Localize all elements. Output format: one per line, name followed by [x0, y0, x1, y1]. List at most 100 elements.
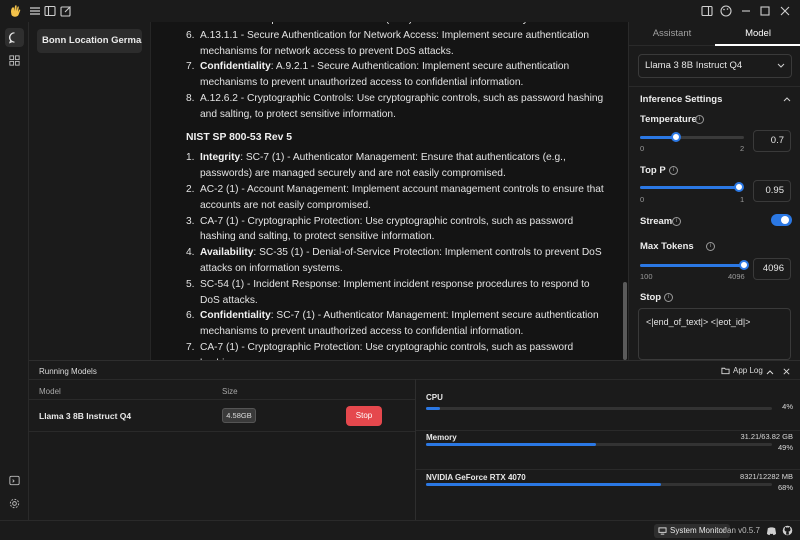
max-tokens-slider-handle[interactable] [739, 260, 749, 270]
divider [29, 399, 415, 400]
minimize-icon[interactable] [739, 4, 753, 18]
chevron-up-icon[interactable] [766, 369, 774, 375]
resource-monitor: CPU 4% Memory 31.21/63.82 GB 49% NVIDIA … [415, 379, 800, 521]
gpu-row: NVIDIA GeForce RTX 4070 8321/12282 MB 68… [416, 459, 800, 499]
chat-icon[interactable] [5, 28, 24, 47]
memory-label: Memory [426, 433, 457, 442]
temperature-max: 2 [740, 144, 745, 153]
list-item-number: 5. [186, 278, 195, 290]
temperature-input[interactable]: 0.7 [753, 130, 791, 152]
system-monitor-button[interactable]: System Monitor [654, 524, 730, 538]
column-header-model: Model [39, 387, 61, 396]
info-icon[interactable]: i [664, 293, 673, 302]
right-settings-panel: Assistant Model Llama 3 8B Instruct Q4 I… [628, 22, 800, 362]
list-item-text: : SC-7 (1) - Authenticator Management: E… [200, 152, 566, 180]
cpu-label: CPU [426, 393, 443, 402]
tab-model[interactable]: Model [715, 22, 800, 46]
monitor-icon [658, 527, 667, 535]
list-item: 1. Integrity: SC-7 (1) - Authenticator Ma… [186, 150, 606, 182]
list-item-number: 2. [186, 183, 195, 195]
tab-assistant[interactable]: Assistant [629, 22, 715, 46]
title-bar [0, 0, 800, 22]
list-item-category: Confidentiality [200, 61, 271, 73]
gpu-memory-usage: 8321/12282 MB [740, 472, 793, 481]
close-icon[interactable] [782, 367, 791, 376]
inference-settings-title: Inference Settings [640, 94, 723, 105]
app-log-button[interactable]: App Log [721, 366, 763, 375]
menu-icon[interactable] [28, 4, 42, 18]
max-tokens-input[interactable]: 4096 [753, 258, 791, 280]
divider [629, 86, 800, 87]
chat-scrollbar[interactable] [623, 282, 627, 360]
list-item-category: Confidentiality [200, 310, 271, 322]
memory-percent: 49% [777, 443, 793, 452]
memory-usage-fill [426, 443, 596, 446]
stream-toggle[interactable] [771, 214, 792, 226]
list-framework-1: mechanisms to prevent denial-of-service … [186, 22, 606, 123]
list-item: 5. SC-54 (1) - Incident Response: Impleme… [186, 277, 606, 309]
temperature-slider-handle[interactable] [671, 132, 682, 142]
list-item-text: mechanisms to prevent denial-of-service … [200, 22, 558, 25]
app-logo-icon [8, 4, 22, 18]
stop-model-button[interactable]: Stop [346, 406, 382, 426]
info-icon[interactable]: i [669, 166, 678, 175]
column-header-size: Size [222, 387, 238, 396]
list-item-text: A.12.6.2 - Cryptographic Controls: Use c… [200, 92, 604, 120]
stop-label: Stop [640, 292, 662, 303]
list-item: 3. CA-7 (1) - Cryptographic Protection: U… [186, 214, 606, 246]
system-monitor-label: System Monitor [670, 526, 726, 535]
divider [29, 431, 415, 432]
chevron-up-icon[interactable] [783, 96, 791, 102]
list-item: 8. A.12.6.2 - Cryptographic Controls: Use… [186, 91, 606, 123]
close-icon[interactable] [778, 4, 792, 18]
info-icon[interactable]: i [706, 242, 715, 251]
panel-toggle-icon[interactable] [700, 4, 714, 18]
gpu-usage-bar [426, 483, 772, 486]
chevron-down-icon [777, 63, 785, 68]
chat-area: mechanisms to prevent denial-of-service … [151, 22, 628, 360]
top-p-input[interactable]: 0.95 [753, 180, 791, 202]
list-item-text: SC-54 (1) - Incident Response: Implement… [200, 278, 590, 306]
stop-sequences-value: <|end_of_text|> <|eot_id|> [646, 317, 751, 327]
max-tokens-label: Max Tokens [640, 241, 694, 252]
gpu-label: NVIDIA GeForce RTX 4070 [426, 473, 526, 482]
discord-icon[interactable] [766, 526, 777, 536]
settings-gear-icon[interactable] [5, 494, 24, 513]
list-framework-2: 1. Integrity: SC-7 (1) - Authenticator Ma… [186, 150, 606, 360]
sidebar-toggle-icon[interactable] [43, 4, 57, 18]
memory-row: Memory 31.21/63.82 GB 49% [416, 419, 800, 459]
list-item-text: AC-2 (1) - Account Management: Implement… [200, 183, 604, 211]
top-p-slider-handle[interactable] [733, 182, 744, 192]
maximize-icon[interactable] [758, 4, 772, 18]
new-thread-icon[interactable] [59, 4, 73, 18]
list-item: 6. A.13.1.1 - Secure Authentication for N… [186, 28, 606, 60]
list-item: 6. Confidentiality: SC-7 (1) - Authentica… [186, 308, 606, 340]
info-icon[interactable]: i [695, 115, 704, 124]
palette-icon[interactable] [719, 4, 733, 18]
gpu-percent: 68% [777, 483, 793, 492]
list-item: 2. AC-2 (1) - Account Management: Impleme… [186, 182, 606, 214]
cpu-usage-fill [426, 407, 440, 410]
list-item-number: 7. [186, 61, 195, 73]
list-item-number: 3. [186, 215, 195, 227]
list-item: 4. Availability: SC-35 (1) - Denial-of-Se… [186, 245, 606, 277]
list-item-text: CA-7 (1) - Cryptographic Protection: Use… [200, 215, 574, 243]
github-icon[interactable] [782, 525, 793, 536]
model-select[interactable]: Llama 3 8B Instruct Q4 [638, 54, 792, 78]
list-item: 7. CA-7 (1) - Cryptographic Protection: U… [186, 340, 606, 360]
stop-sequences-input[interactable]: <|end_of_text|> <|eot_id|> [638, 308, 791, 360]
app-log-label: App Log [733, 366, 763, 375]
hub-grid-icon[interactable] [5, 51, 24, 70]
list-item-category: Integrity [200, 152, 241, 164]
thread-item[interactable]: Bonn Location Germa... [37, 29, 142, 53]
list-item-text: CA-7 (1) - Cryptographic Protection: Use… [200, 341, 574, 360]
terminal-icon[interactable] [5, 471, 24, 490]
gpu-usage-fill [426, 483, 662, 486]
list-item-text: : SC-35 (1) - Denial-of-Service Protecti… [200, 247, 602, 274]
info-icon[interactable]: i [672, 217, 681, 226]
running-models-panel: Running Models App Log Model Size Llama … [29, 360, 800, 521]
cpu-percent: 4% [782, 402, 793, 411]
top-p-slider-fill [640, 186, 739, 189]
memory-usage-bar [426, 443, 772, 446]
list-item-number: 6. [186, 29, 195, 41]
